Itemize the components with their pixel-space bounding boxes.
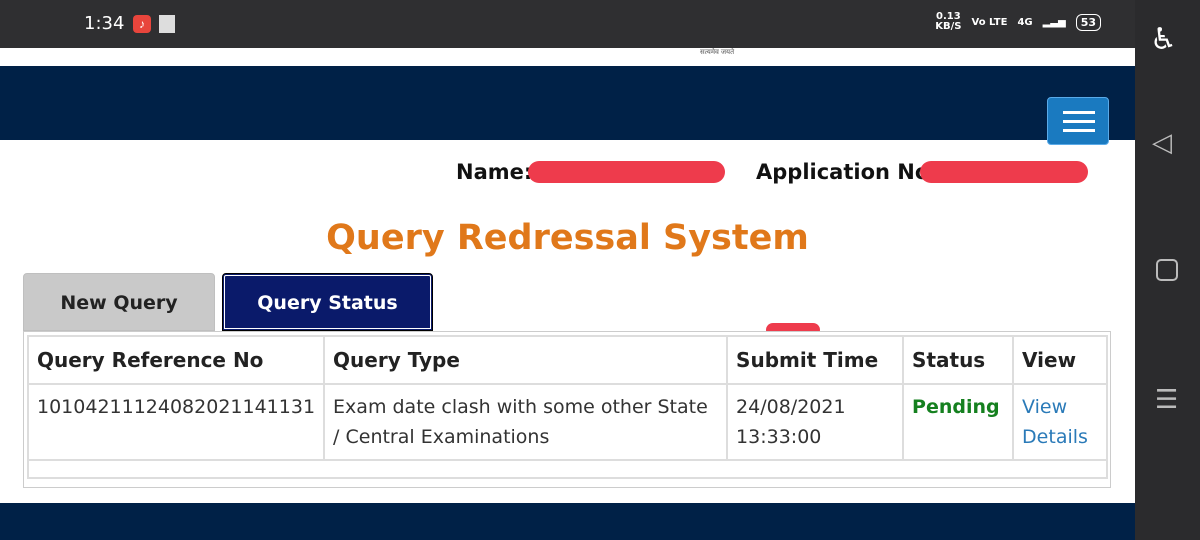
site-header-banner [0, 66, 1135, 145]
gallery-app-icon [159, 15, 175, 33]
android-status-bar: 1:34 ♪ 0.13 KB/S Vo LTE 4G ▂▃▅ 53 [0, 0, 1135, 48]
signal-bars-icon: ▂▃▅ [1042, 16, 1066, 28]
status-indicators: 0.13 KB/S Vo LTE 4G ▂▃▅ 53 [935, 12, 1101, 32]
volte-icon: Vo LTE [971, 16, 1008, 28]
hamburger-menu-button[interactable] [1047, 97, 1109, 145]
tab-query-status[interactable]: Query Status [222, 273, 433, 331]
page-title: Query Redressal System [326, 218, 809, 258]
accessibility-icon[interactable]: ♿ [1150, 22, 1177, 57]
cell-submit-time: 24/08/2021 13:33:00 [726, 383, 905, 461]
view-details-link[interactable]: View Details [1022, 396, 1088, 448]
name-redaction [528, 161, 725, 183]
application-no-redaction [920, 161, 1088, 183]
home-icon[interactable] [1156, 259, 1178, 281]
music-app-icon: ♪ [133, 15, 151, 33]
signal-4g-icon: 4G [1017, 16, 1033, 28]
name-label: Name: [456, 160, 533, 184]
hamburger-menu-icon [1063, 111, 1095, 114]
table-row: 10104211124082021141131 Exam date clash … [26, 383, 1108, 461]
back-icon[interactable]: ◁ [1152, 128, 1172, 158]
table-header-row: Query Reference No Query Type Submit Tim… [26, 335, 1108, 385]
application-no-label: Application No: [756, 160, 938, 184]
cell-reference: 10104211124082021141131 [26, 383, 326, 461]
site-footer-band [0, 503, 1135, 540]
query-status-panel: Query Reference No Query Type Submit Tim… [23, 331, 1111, 488]
col-view: View [1012, 335, 1108, 385]
col-query-reference: Query Reference No [26, 335, 326, 385]
cell-view: View Details [1012, 383, 1108, 461]
tab-new-query[interactable]: New Query [23, 273, 215, 331]
network-speed: 0.13 KB/S [935, 11, 962, 32]
col-query-type: Query Type [323, 335, 729, 385]
col-status: Status [902, 335, 1015, 385]
emblem-caption: सत्यमेव जयते [700, 49, 735, 56]
table-row-empty [27, 459, 1108, 479]
web-page: सत्यमेव जयते Name: K Application No: 2 Q… [0, 48, 1135, 540]
status-time: 1:34 [84, 13, 125, 34]
cell-query-type: Exam date clash with some other State / … [323, 383, 729, 461]
col-submit-time: Submit Time [726, 335, 905, 385]
recent-apps-icon[interactable]: ☰ [1155, 385, 1178, 415]
status-badge: Pending [902, 383, 1015, 461]
query-table: Query Reference No Query Type Submit Tim… [26, 335, 1108, 479]
battery-icon: 53 [1075, 13, 1101, 31]
